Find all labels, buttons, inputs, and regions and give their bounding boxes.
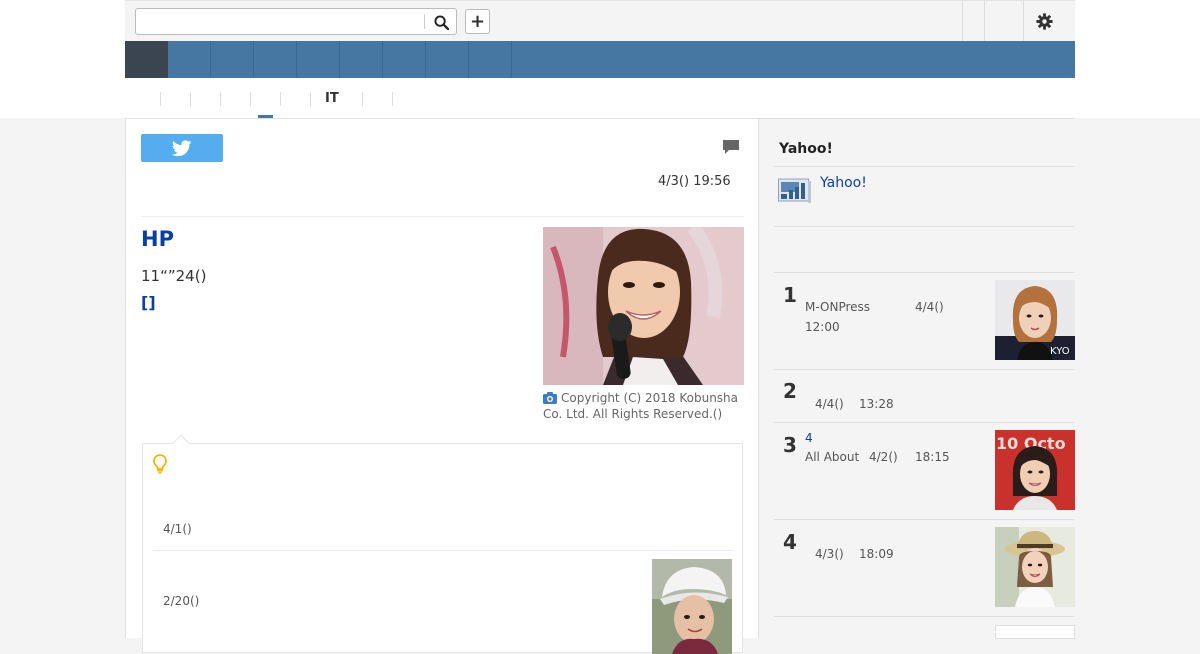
comment-icon xyxy=(723,140,739,154)
comment-button[interactable] xyxy=(722,139,740,160)
rank-thumbnail[interactable] xyxy=(995,625,1075,639)
subnav-divider xyxy=(250,92,251,106)
rank-number: 2 xyxy=(783,379,797,403)
nav-item[interactable] xyxy=(297,41,340,78)
camera-icon xyxy=(543,392,557,404)
nav-item[interactable] xyxy=(254,41,297,78)
subnav-divider xyxy=(392,92,393,106)
article-photo-image xyxy=(543,227,744,385)
subnav-item-it[interactable]: IT xyxy=(325,91,339,106)
header-area: + IT xyxy=(0,0,1200,119)
sidebar: Yahoo! Yahoo! 1 M-ONPress 4/4() 12:00 KY… xyxy=(759,118,1075,639)
svg-text:KYO: KYO xyxy=(1050,346,1070,357)
yahoo-news-icon xyxy=(778,177,814,209)
divider xyxy=(774,616,1075,617)
rank-date: 4/4() xyxy=(815,397,844,411)
related-item-thumbnail[interactable] xyxy=(652,559,732,654)
toolbar-divider xyxy=(962,1,963,41)
top-toolbar: + xyxy=(125,0,1075,41)
rank-time: 13:28 xyxy=(859,397,894,411)
rank-thumbnail[interactable]: 10 Octo xyxy=(995,430,1075,510)
article-photo[interactable] xyxy=(543,227,744,385)
rank-time: 12:00 xyxy=(805,320,840,334)
settings-button[interactable] xyxy=(1033,10,1055,32)
search-input[interactable] xyxy=(136,9,424,34)
read-more-link[interactable]: [] xyxy=(141,293,156,312)
article-panel: 4/3() 19:56 HP 11“”24() [] Copyright (C)… xyxy=(125,118,759,654)
photo-caption: Copyright (C) 2018 Kobunsha Co. Ltd. All… xyxy=(543,390,747,422)
nav-item[interactable] xyxy=(211,41,254,78)
rank-date: 4/3() xyxy=(815,547,844,561)
search-icon xyxy=(433,14,449,30)
yahoo-link[interactable]: Yahoo! xyxy=(820,175,867,191)
subnav-divider xyxy=(160,92,161,106)
subnav-divider xyxy=(362,92,363,106)
lightbulb-icon xyxy=(152,454,168,478)
search-box xyxy=(135,8,457,35)
toolbar-divider xyxy=(984,1,985,41)
ranking-item[interactable]: 3 4 All About 4/2() 18:15 10 Octo xyxy=(774,423,1075,519)
twitter-bird-icon xyxy=(172,139,192,156)
search-button[interactable] xyxy=(430,11,452,33)
photo-caption-text: Copyright (C) 2018 Kobunsha Co. Ltd. All… xyxy=(543,391,739,421)
rank-source: All About xyxy=(805,450,860,464)
rank-date: 4/2() xyxy=(869,450,898,464)
sub-category-nav: IT xyxy=(125,78,1075,119)
nav-item-home[interactable] xyxy=(125,41,168,78)
rank-time: 18:15 xyxy=(915,450,950,464)
subnav-divider xyxy=(280,92,281,106)
divider xyxy=(774,166,1075,167)
nav-item[interactable] xyxy=(168,41,211,78)
rank-source: M-ONPress xyxy=(805,300,871,314)
article-headline[interactable]: HP xyxy=(141,227,174,251)
callout-notch xyxy=(172,434,190,452)
related-item-date: 4/1() xyxy=(163,522,192,536)
plus-icon: + xyxy=(469,10,486,32)
divider xyxy=(141,216,744,217)
ranking-item[interactable]: 4 4/3() 18:09 xyxy=(774,520,1075,616)
nav-item[interactable] xyxy=(383,41,426,78)
article-summary: 11“”24() xyxy=(141,267,207,285)
subnav-divider xyxy=(220,92,221,106)
toolbar-divider xyxy=(1023,1,1024,41)
category-nav xyxy=(125,41,1075,78)
tweet-button[interactable] xyxy=(141,134,223,162)
rank-number: 1 xyxy=(783,283,797,307)
divider xyxy=(774,226,1075,227)
gear-icon xyxy=(1035,12,1053,30)
subnav-divider xyxy=(310,92,311,106)
nav-item[interactable] xyxy=(469,41,512,78)
related-articles: 4/1() 2/20() xyxy=(142,434,743,654)
nav-item[interactable] xyxy=(426,41,469,78)
sidebar-title: Yahoo! xyxy=(779,141,833,157)
ranking-item[interactable]: 2 4/4() 13:28 xyxy=(774,370,1075,422)
add-button[interactable]: + xyxy=(465,9,490,34)
subnav-divider xyxy=(190,92,191,106)
search-divider xyxy=(424,14,425,29)
rank-number: 3 xyxy=(783,433,797,457)
ranking-item[interactable]: 1 M-ONPress 4/4() 12:00 KYO xyxy=(774,273,1075,369)
divider xyxy=(153,550,733,551)
nav-item[interactable] xyxy=(340,41,383,78)
rank-thumbnail[interactable]: KYO xyxy=(995,280,1075,360)
rank-tag[interactable]: 4 xyxy=(805,431,813,445)
rank-number: 4 xyxy=(783,530,797,554)
related-item-date: 2/20() xyxy=(163,594,200,608)
rank-date: 4/4() xyxy=(915,300,944,314)
rank-time: 18:09 xyxy=(859,547,894,561)
rank-thumbnail[interactable] xyxy=(995,527,1075,607)
article-date: 4/3() 19:56 xyxy=(658,174,731,189)
